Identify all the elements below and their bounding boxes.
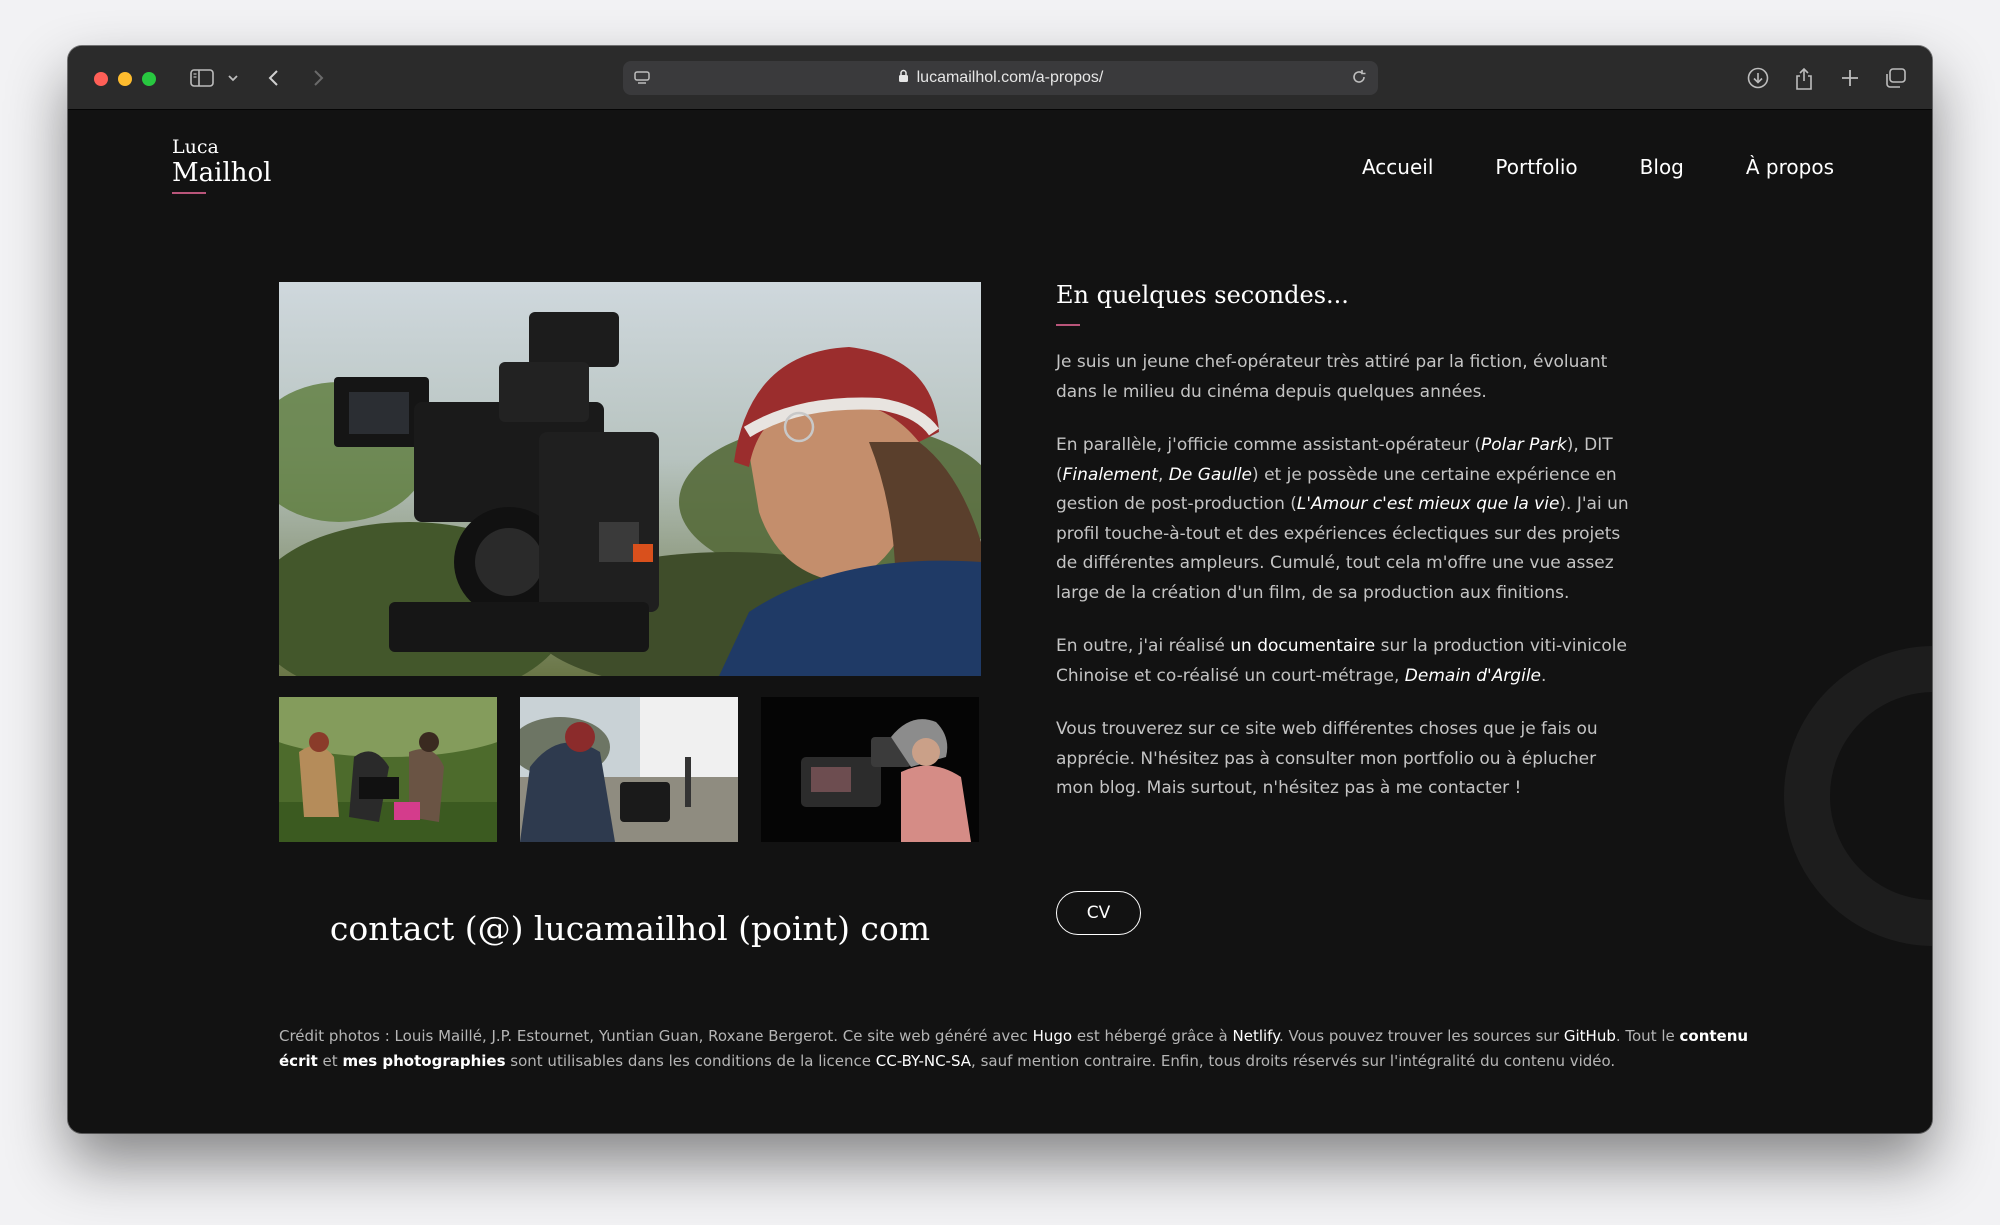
text-span: . Tout le [1615,1027,1680,1045]
url-text: lucamailhol.com/a-propos/ [916,69,1104,86]
logo-underline [172,192,206,194]
main-photo[interactable] [279,282,981,676]
nav-item-a-propos[interactable]: À propos [1746,155,1834,179]
about-paragraph-2: En parallèle, j'officie comme assistant-… [1056,431,1636,608]
browser-window: lucamailhol.com/a-propos/ Luca Mailhol A… [68,46,1932,1133]
text-span: Crédit photos : Louis Maillé, J.P. Estou… [279,1027,1033,1045]
link-documentaire[interactable]: un documentaire [1230,636,1375,656]
link-polar-park[interactable]: Polar Park [1481,435,1567,455]
web-page: Luca Mailhol Accueil Portfolio Blog À pr… [68,111,1932,1133]
forward-icon[interactable] [308,62,328,94]
text-span: En parallèle, j'officie comme assistant-… [1056,435,1481,455]
thumb-photo-2[interactable] [520,697,738,842]
lock-icon [898,69,909,88]
logo-last-name: Mailhol [172,158,272,188]
link-amour[interactable]: L'Amour c'est mieux que la vie [1297,494,1560,514]
nav-item-portfolio[interactable]: Portfolio [1495,155,1577,179]
text-span: , sauf mention contraire. Enfin, tous dr… [971,1052,1616,1070]
close-window-button[interactable] [94,72,108,86]
chevron-down-icon[interactable] [226,62,240,94]
page-menu-icon[interactable] [633,69,651,92]
footer-credits: Crédit photos : Louis Maillé, J.P. Estou… [279,1024,1749,1074]
about-section: En quelques secondes... Je suis un jeune… [1056,278,1636,828]
link-github[interactable]: GitHub [1564,1027,1616,1045]
link-de-gaulle[interactable]: De Gaulle [1169,465,1252,485]
about-paragraph-1: Je suis un jeune chef-opérateur très att… [1056,352,1608,402]
tab-overview-icon[interactable] [1882,62,1910,94]
download-icon[interactable] [1744,62,1772,94]
share-icon[interactable] [1790,62,1818,94]
link-demain-dargile[interactable]: Demain d'Argile [1405,666,1541,686]
about-heading: En quelques secondes... [1056,281,1349,309]
link-netlify[interactable]: Netlify [1233,1027,1279,1045]
footer-mes-photographies: mes photographies [342,1052,506,1070]
new-tab-icon[interactable] [1836,62,1864,94]
cv-button[interactable]: CV [1056,891,1141,935]
nav-item-accueil[interactable]: Accueil [1362,155,1433,179]
back-icon[interactable] [264,62,284,94]
site-logo[interactable]: Luca Mailhol [172,136,271,194]
logo-first-name: Luca [172,136,219,158]
contact-email: contact (@) lucamailhol (point) com [329,909,931,948]
thumb-photo-3[interactable] [761,697,979,842]
link-finalement[interactable]: Finalement [1063,465,1158,485]
text-span: . Vous pouvez trouver les sources sur [1278,1027,1564,1045]
decorative-circle [1784,646,1932,946]
address-bar[interactable]: lucamailhol.com/a-propos/ [623,61,1378,95]
about-paragraph-3: En outre, j'ai réalisé un documentaire s… [1056,632,1636,691]
about-paragraph-4: Vous trouverez sur ce site web différent… [1056,719,1598,798]
sidebar-icon[interactable] [188,62,216,94]
link-hugo[interactable]: Hugo [1033,1027,1073,1045]
heading-accent-bar [1056,324,1080,326]
text-span: , [1157,464,1169,485]
zoom-window-button[interactable] [142,72,156,86]
main-nav: Accueil Portfolio Blog À propos [1362,155,1834,179]
nav-item-blog[interactable]: Blog [1640,155,1684,179]
link-license[interactable]: CC-BY-NC-SA [876,1052,971,1070]
text-span: et [317,1052,343,1070]
reload-icon[interactable] [1350,68,1368,91]
browser-toolbar: lucamailhol.com/a-propos/ [68,46,1932,110]
minimize-window-button[interactable] [118,72,132,86]
text-span: sont utilisables dans les conditions de … [505,1052,876,1070]
thumb-photo-1[interactable] [279,697,497,842]
text-span: En outre, j'ai réalisé [1056,636,1231,656]
text-span: est hébergé grâce à [1072,1027,1233,1045]
text-span: . [1541,665,1547,686]
